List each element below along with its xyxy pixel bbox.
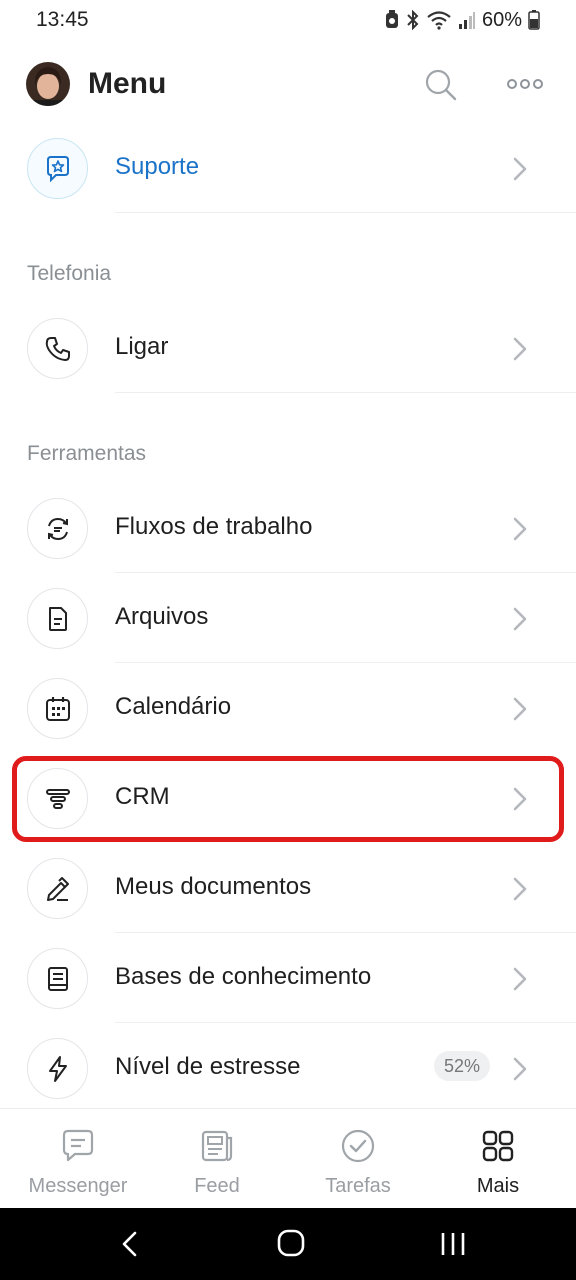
status-icons: 60%	[384, 7, 540, 33]
back-icon[interactable]	[118, 1230, 142, 1258]
menu-item-label: Meus documentos	[115, 873, 312, 900]
menu-item-stress-level[interactable]: Nível de estresse 52%	[0, 1023, 576, 1113]
signal-icon	[458, 10, 476, 30]
workflow-icon	[27, 498, 88, 559]
tab-messenger[interactable]: Messenger	[6, 1109, 150, 1209]
menu-item-label: Ligar	[115, 333, 169, 360]
status-bar: 13:45 60%	[0, 0, 576, 40]
tab-label: Messenger	[28, 1175, 128, 1197]
grid-icon	[482, 1130, 514, 1162]
avatar[interactable]	[26, 62, 70, 106]
alarm-icon	[384, 10, 400, 30]
menu-item-label: Arquivos	[115, 603, 209, 630]
tab-feed[interactable]: Feed	[145, 1109, 289, 1209]
check-circle-icon	[341, 1129, 375, 1163]
status-time: 13:45	[36, 8, 89, 31]
chevron-right-icon	[513, 1057, 527, 1081]
bluetooth-icon	[406, 10, 420, 30]
chevron-right-icon	[513, 877, 527, 901]
battery-icon	[528, 10, 540, 30]
file-icon	[27, 588, 88, 649]
chevron-right-icon	[513, 967, 527, 991]
tab-label: Mais	[476, 1175, 520, 1197]
chevron-right-icon	[513, 157, 527, 181]
book-icon	[27, 948, 88, 1009]
search-icon[interactable]	[424, 68, 458, 102]
menu-item-label: Calendário	[115, 693, 232, 720]
menu-item-files[interactable]: Arquivos	[0, 573, 576, 663]
lightning-icon	[27, 1038, 88, 1099]
divider	[115, 392, 576, 393]
tab-more[interactable]: Mais	[426, 1109, 570, 1209]
menu-item-label: Nível de estresse	[115, 1053, 301, 1080]
menu-item-workflows[interactable]: Fluxos de trabalho	[0, 483, 576, 573]
chevron-right-icon	[513, 517, 527, 541]
chat-icon	[62, 1129, 94, 1162]
recents-icon[interactable]	[438, 1230, 468, 1258]
menu-item-label: Suporte	[115, 153, 200, 180]
tab-label: Feed	[194, 1175, 240, 1197]
chevron-right-icon	[513, 697, 527, 721]
section-title-telephony: Telefonia	[27, 262, 112, 285]
menu-item-call[interactable]: Ligar	[0, 303, 576, 393]
menu-item-my-documents[interactable]: Meus documentos	[0, 843, 576, 933]
divider	[115, 212, 576, 213]
battery-percent: 60%	[481, 8, 522, 31]
page-title: Menu	[88, 67, 167, 100]
star-chat-icon	[27, 138, 88, 199]
tab-tasks[interactable]: Tarefas	[286, 1109, 430, 1209]
system-nav-bar	[0, 1208, 576, 1280]
more-icon[interactable]	[506, 74, 544, 94]
calendar-icon	[27, 678, 88, 739]
bottom-tab-bar: Messenger Feed Tarefas Mais	[0, 1108, 576, 1208]
menu-item-support[interactable]: Suporte	[0, 123, 576, 213]
section-title-tools: Ferramentas	[27, 442, 147, 465]
pen-icon	[27, 858, 88, 919]
home-icon[interactable]	[276, 1228, 306, 1258]
menu-item-label: Bases de conhecimento	[115, 963, 372, 990]
stress-badge: 52%	[434, 1051, 491, 1081]
menu-item-label: Fluxos de trabalho	[115, 513, 313, 540]
header: Menu	[0, 56, 576, 116]
chevron-right-icon	[513, 607, 527, 631]
menu-item-knowledge-bases[interactable]: Bases de conhecimento	[0, 933, 576, 1023]
highlight-box	[12, 756, 564, 842]
menu-item-calendar[interactable]: Calendário	[0, 663, 576, 753]
news-icon	[201, 1130, 233, 1162]
phone-icon	[27, 318, 88, 379]
tab-label: Tarefas	[325, 1175, 391, 1197]
wifi-icon	[426, 10, 452, 30]
chevron-right-icon	[513, 337, 527, 361]
